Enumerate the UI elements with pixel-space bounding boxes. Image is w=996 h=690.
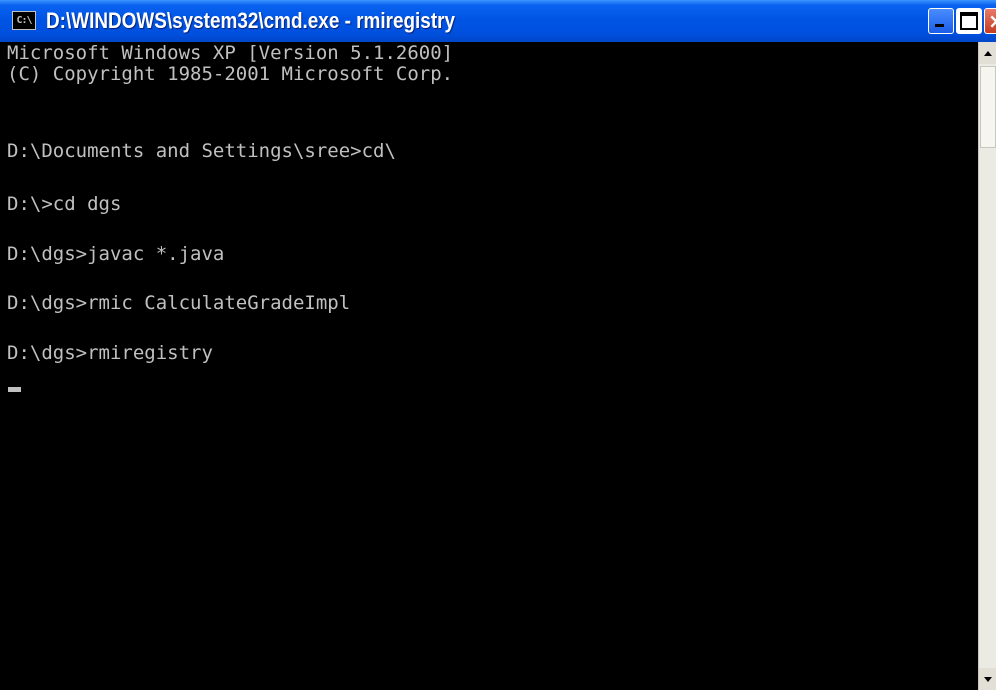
maximize-icon bbox=[960, 12, 978, 30]
scroll-up-button[interactable] bbox=[979, 42, 996, 64]
minimize-button[interactable] bbox=[928, 8, 954, 34]
scroll-down-arrow-icon bbox=[984, 677, 992, 682]
close-icon: × bbox=[988, 9, 996, 33]
minimize-icon bbox=[935, 24, 944, 27]
maximize-button[interactable] bbox=[956, 8, 982, 34]
close-button[interactable]: × bbox=[984, 8, 996, 34]
scroll-up-arrow-icon bbox=[984, 51, 992, 56]
console-line: D:\dgs>rmiregistry bbox=[7, 342, 213, 364]
window-title: D:\WINDOWS\system32\cmd.exe - rmiregistr… bbox=[46, 8, 456, 33]
console-line: D:\Documents and Settings\sree>cd\ bbox=[7, 140, 396, 162]
scroll-thumb[interactable] bbox=[980, 66, 996, 148]
console-line: (C) Copyright 1985-2001 Microsoft Corp. bbox=[7, 63, 454, 85]
console-line: D:\>cd dgs bbox=[7, 193, 122, 215]
text-cursor bbox=[8, 387, 21, 392]
console-line: D:\dgs>javac *.java bbox=[7, 243, 225, 265]
vertical-scrollbar[interactable] bbox=[978, 42, 996, 690]
console-line: D:\dgs>rmic CalculateGradeImpl bbox=[7, 292, 351, 314]
console-line: Microsoft Windows XP [Version 5.1.2600] bbox=[7, 42, 454, 64]
scroll-down-button[interactable] bbox=[979, 668, 996, 690]
cmd-window: C:\ D:\WINDOWS\system32\cmd.exe - rmireg… bbox=[0, 0, 996, 690]
console-app-icon[interactable]: C:\ bbox=[12, 11, 36, 30]
console-output[interactable]: Microsoft Windows XP [Version 5.1.2600] … bbox=[0, 42, 978, 690]
title-bar[interactable]: C:\ D:\WINDOWS\system32\cmd.exe - rmireg… bbox=[0, 0, 996, 42]
